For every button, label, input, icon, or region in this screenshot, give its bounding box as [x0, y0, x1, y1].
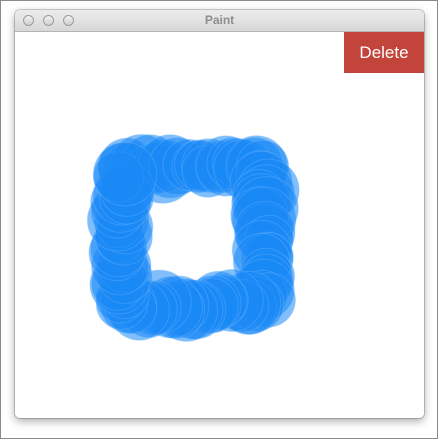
screenshot-frame: Paint Delete: [0, 0, 438, 439]
brush-dab: [92, 142, 158, 207]
paint-strokes: [86, 134, 300, 342]
brush-stroke-group: [86, 134, 300, 342]
paint-window: Paint Delete: [15, 10, 424, 418]
title-bar[interactable]: Paint: [15, 10, 424, 32]
drawing-canvas[interactable]: Delete: [15, 32, 424, 418]
window-title: Paint: [204, 13, 235, 27]
delete-button[interactable]: Delete: [344, 32, 424, 73]
